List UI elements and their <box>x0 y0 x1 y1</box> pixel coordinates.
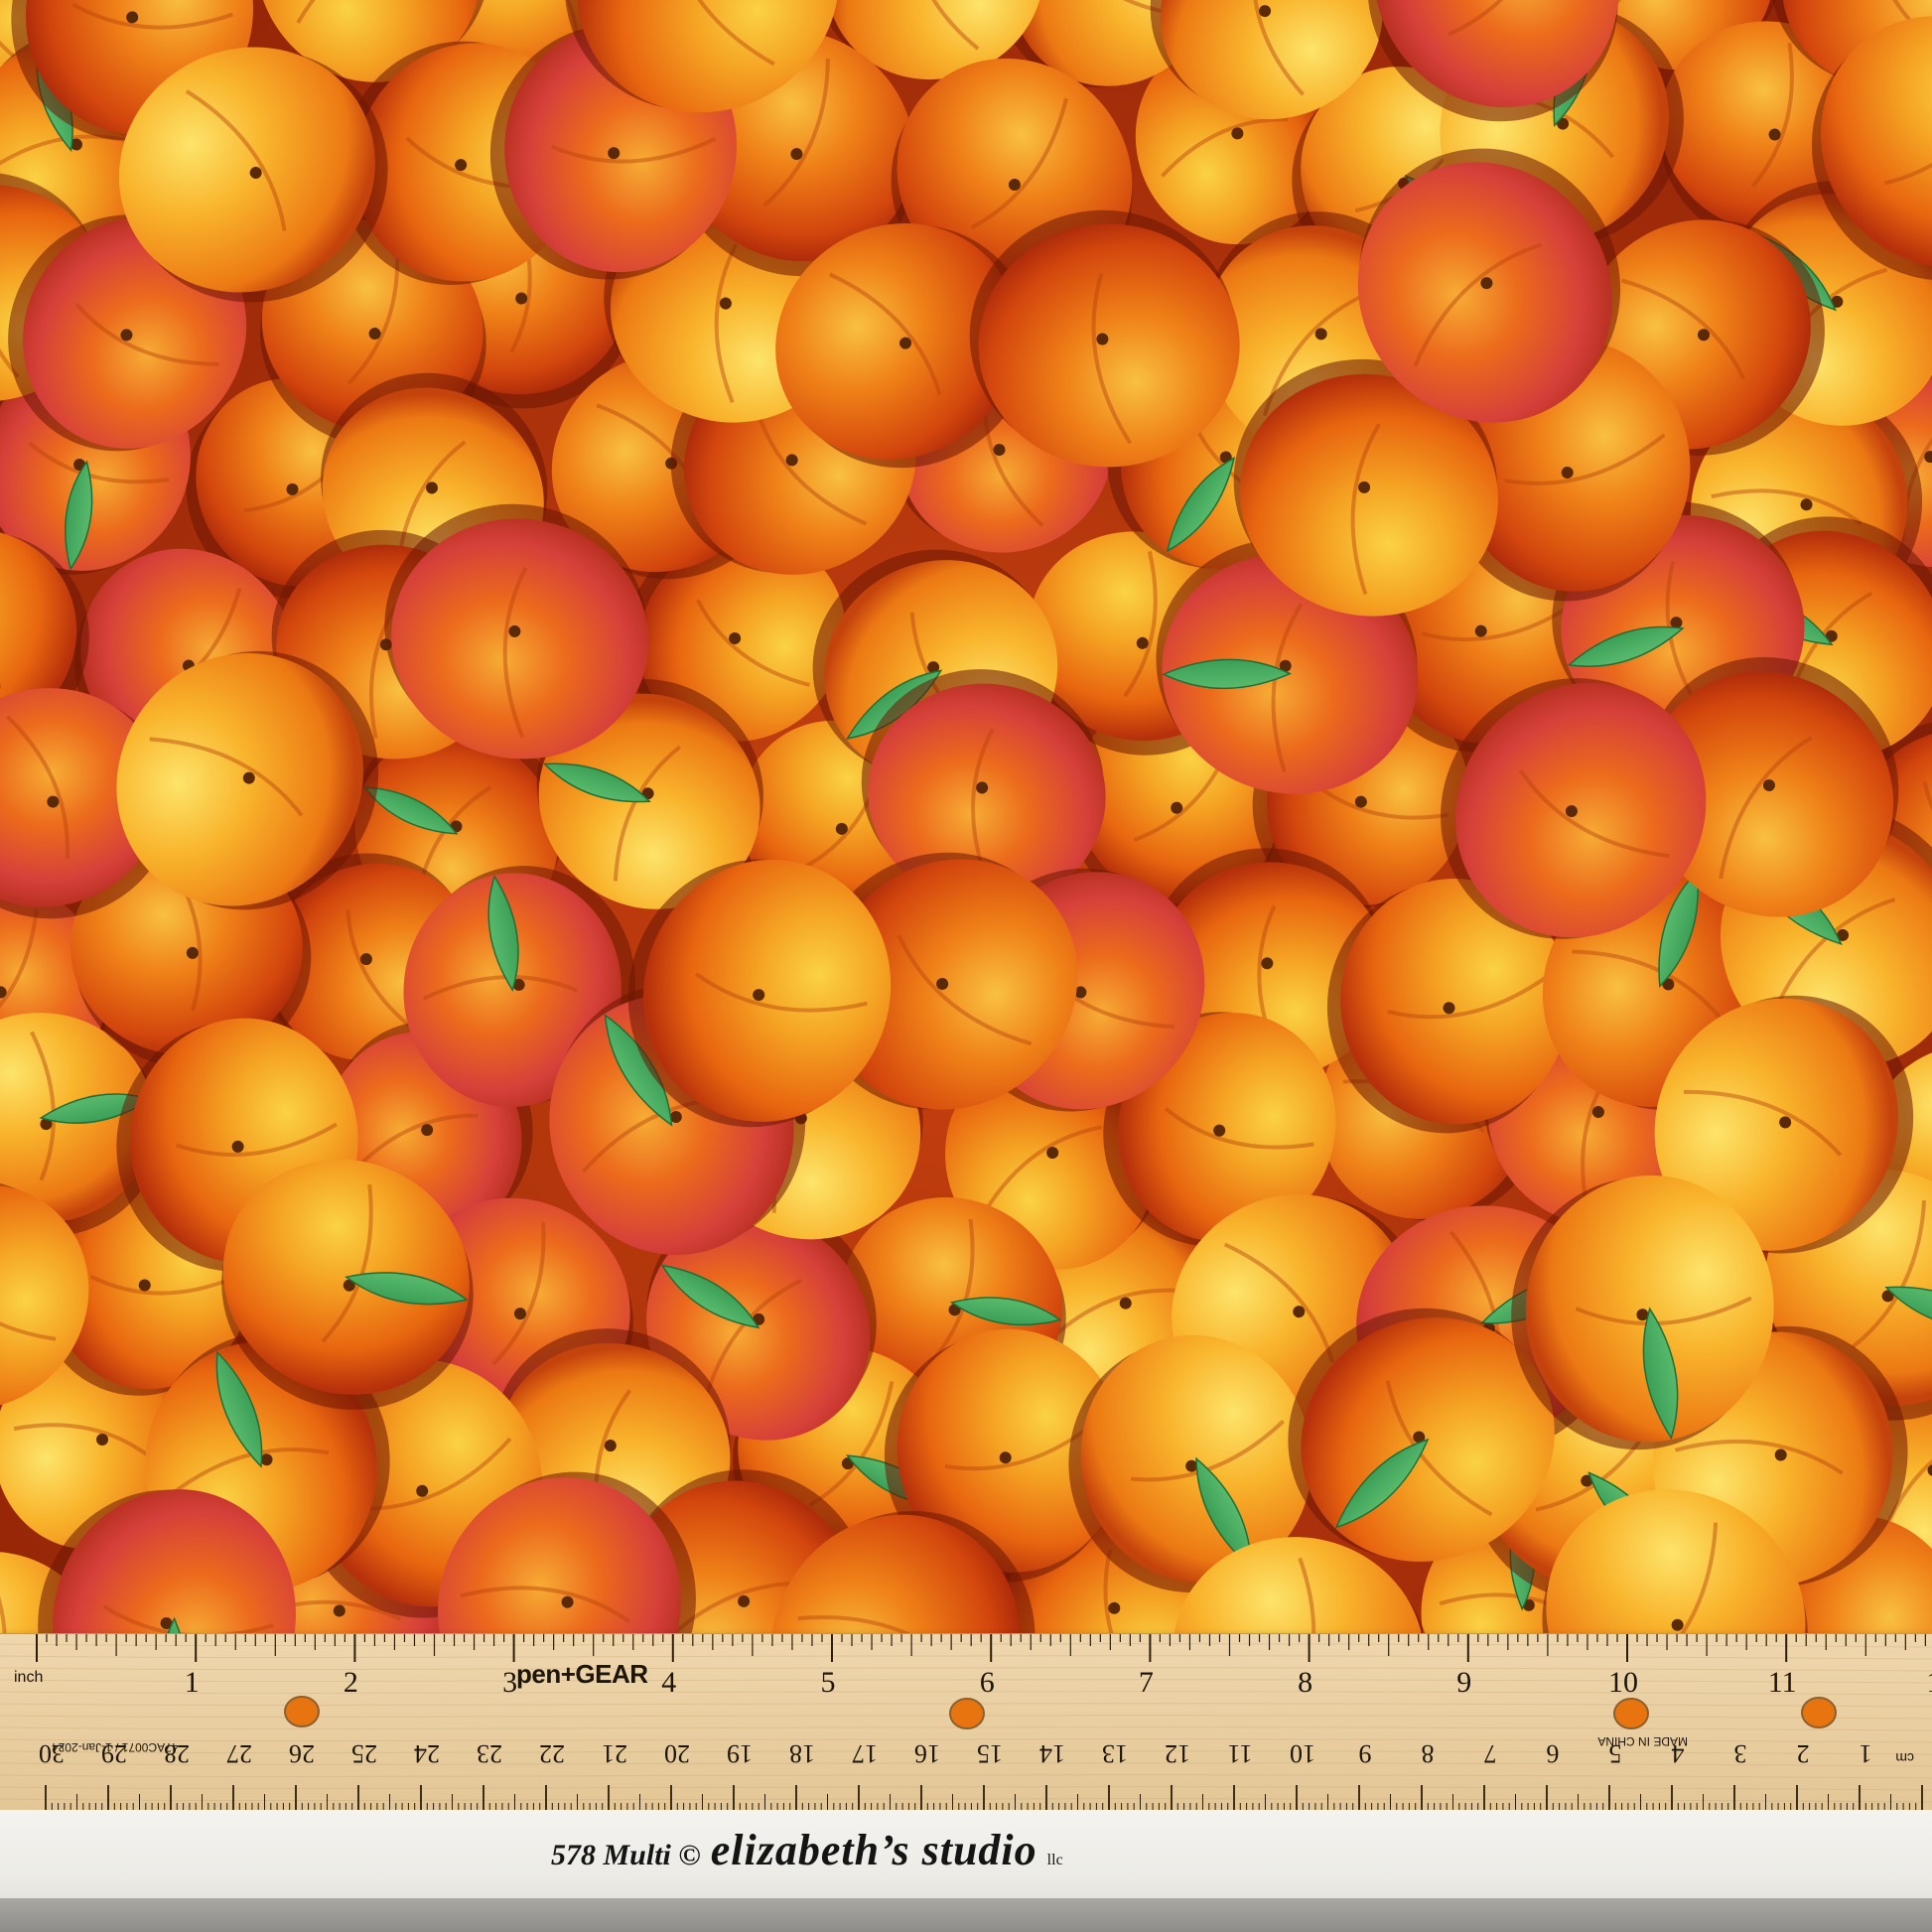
cm-number: 7 <box>1484 1739 1497 1768</box>
cm-number: 26 <box>289 1739 315 1768</box>
cm-number: 23 <box>477 1739 502 1768</box>
inch-number: 7 <box>1139 1666 1154 1699</box>
cm-ticks <box>45 1785 1923 1811</box>
cm-number: 9 <box>1359 1739 1372 1768</box>
inch-number: 3 <box>502 1666 517 1699</box>
selvage-brand: elizabeth’s studio <box>710 1826 1037 1874</box>
cm-number: 22 <box>539 1739 565 1768</box>
cm-number: 18 <box>789 1739 815 1768</box>
peach-pattern <box>0 0 1932 1787</box>
ruler-unit-cm: cm <box>1895 1750 1914 1766</box>
ruler-origin: MADE IN CHINA <box>1597 1734 1688 1748</box>
ruler-brand: pen+GEAR <box>516 1659 648 1689</box>
cm-number: 25 <box>351 1739 377 1768</box>
floor-background <box>0 1898 1932 1932</box>
inch-number: 12 <box>1926 1666 1932 1699</box>
selvage-label: 578 Multi © elizabeth’s studio llc <box>551 1825 1063 1874</box>
cm-number: 3 <box>1734 1739 1747 1768</box>
ruler-holes <box>284 1696 1837 1729</box>
selvage-code: 578 Multi © <box>551 1839 701 1871</box>
selvage-llc: llc <box>1046 1852 1063 1868</box>
cm-number: 19 <box>727 1739 753 1768</box>
wooden-ruler: 123456789101112 302928272625242322212019… <box>0 1633 1932 1812</box>
inch-number: 9 <box>1456 1666 1471 1699</box>
cm-number: 14 <box>1039 1739 1065 1768</box>
cm-number: 8 <box>1422 1739 1435 1768</box>
cm-number: 21 <box>602 1739 627 1768</box>
cm-number: 15 <box>977 1739 1003 1768</box>
inch-number: 2 <box>344 1666 358 1699</box>
inch-number: 8 <box>1298 1666 1312 1699</box>
cm-number: 27 <box>226 1739 252 1768</box>
cm-number: 10 <box>1290 1739 1315 1768</box>
cm-number: 6 <box>1547 1739 1560 1768</box>
cm-number: 2 <box>1797 1739 1810 1768</box>
cm-number: 20 <box>664 1739 690 1768</box>
cm-number: 16 <box>914 1739 940 1768</box>
ruler-scale: 123456789101112 302928272625242322212019… <box>0 1634 1932 1811</box>
cm-number: 1 <box>1860 1739 1872 1768</box>
cm-number: 24 <box>414 1739 440 1768</box>
ruler-hole <box>949 1698 985 1729</box>
cm-number: 13 <box>1102 1739 1128 1768</box>
inch-number: 4 <box>661 1666 676 1699</box>
ruler-code: 47AC0071 / 1-Jan-2024 <box>52 1740 179 1754</box>
inch-number: 1 <box>185 1666 200 1699</box>
ruler-hole <box>1801 1697 1837 1728</box>
inch-number: 5 <box>821 1666 836 1699</box>
inch-number: 6 <box>980 1666 995 1699</box>
cm-number: 17 <box>852 1739 878 1768</box>
ruler-hole <box>284 1696 320 1727</box>
inch-number: 10 <box>1608 1666 1638 1699</box>
ruler-hole <box>1613 1698 1649 1729</box>
cm-number: 11 <box>1227 1739 1252 1768</box>
inch-ticks <box>36 1634 1926 1662</box>
ruler-unit-inch: inch <box>14 1669 43 1686</box>
inch-number: 11 <box>1768 1666 1797 1699</box>
peach-fabric-print <box>0 0 1932 1847</box>
cm-number: 12 <box>1165 1739 1190 1768</box>
inch-labels: 123456789101112 <box>185 1666 1932 1699</box>
